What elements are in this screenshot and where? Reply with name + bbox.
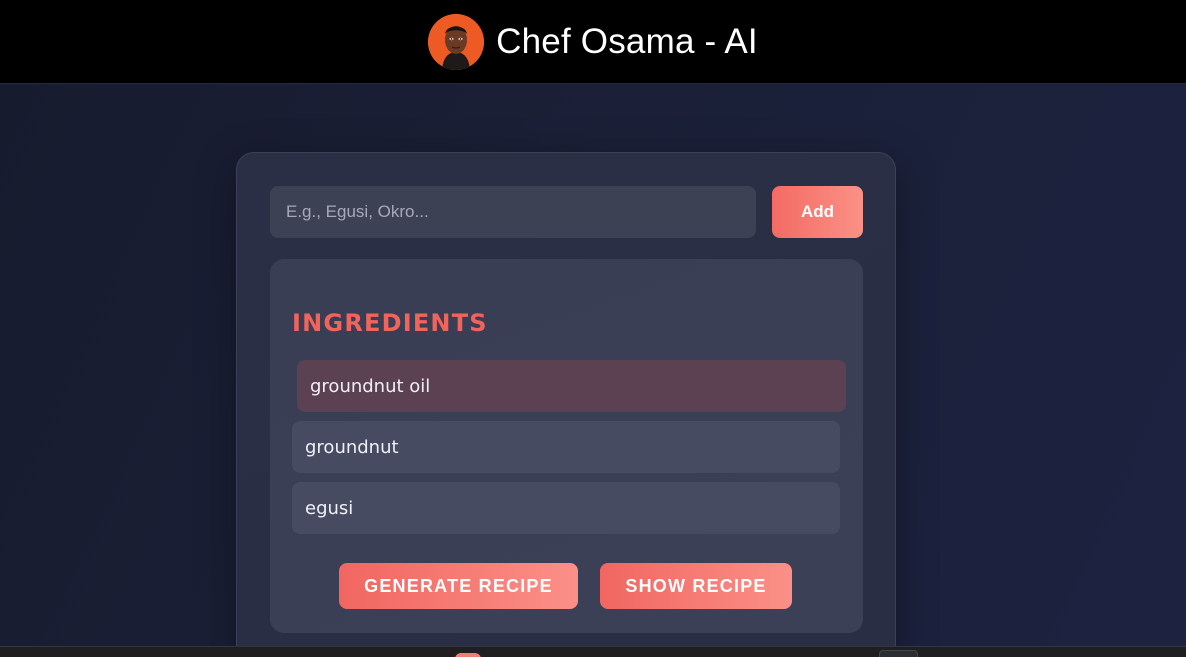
taskbar-indicator <box>455 653 481 657</box>
ingredient-label: egusi <box>305 497 354 519</box>
ingredient-label: groundnut <box>305 436 399 458</box>
show-recipe-button[interactable]: SHOW RECIPE <box>600 563 792 609</box>
ingredients-heading: INGREDIENTS <box>292 309 488 337</box>
brand: Chef Osama - AI <box>428 13 758 70</box>
generate-recipe-button[interactable]: GENERATE RECIPE <box>339 563 578 609</box>
recipe-card: Add INGREDIENTS groundnut oil groundnut … <box>236 152 896 657</box>
ingredient-input[interactable] <box>270 186 756 238</box>
ingredients-panel: INGREDIENTS groundnut oil groundnut egus… <box>270 259 863 633</box>
add-button[interactable]: Add <box>772 186 863 238</box>
bottom-bar <box>0 646 1186 657</box>
top-bar: Chef Osama - AI <box>0 0 1186 84</box>
chef-avatar-icon <box>428 13 485 70</box>
ingredient-item[interactable]: egusi <box>292 482 840 534</box>
ingredient-label: groundnut oil <box>310 375 431 397</box>
taskbar-item <box>879 650 918 657</box>
app-title: Chef Osama - AI <box>496 21 758 61</box>
ingredient-item[interactable]: groundnut oil <box>297 360 846 412</box>
ingredient-item[interactable]: groundnut <box>292 421 840 473</box>
add-ingredient-row: Add <box>270 186 863 238</box>
